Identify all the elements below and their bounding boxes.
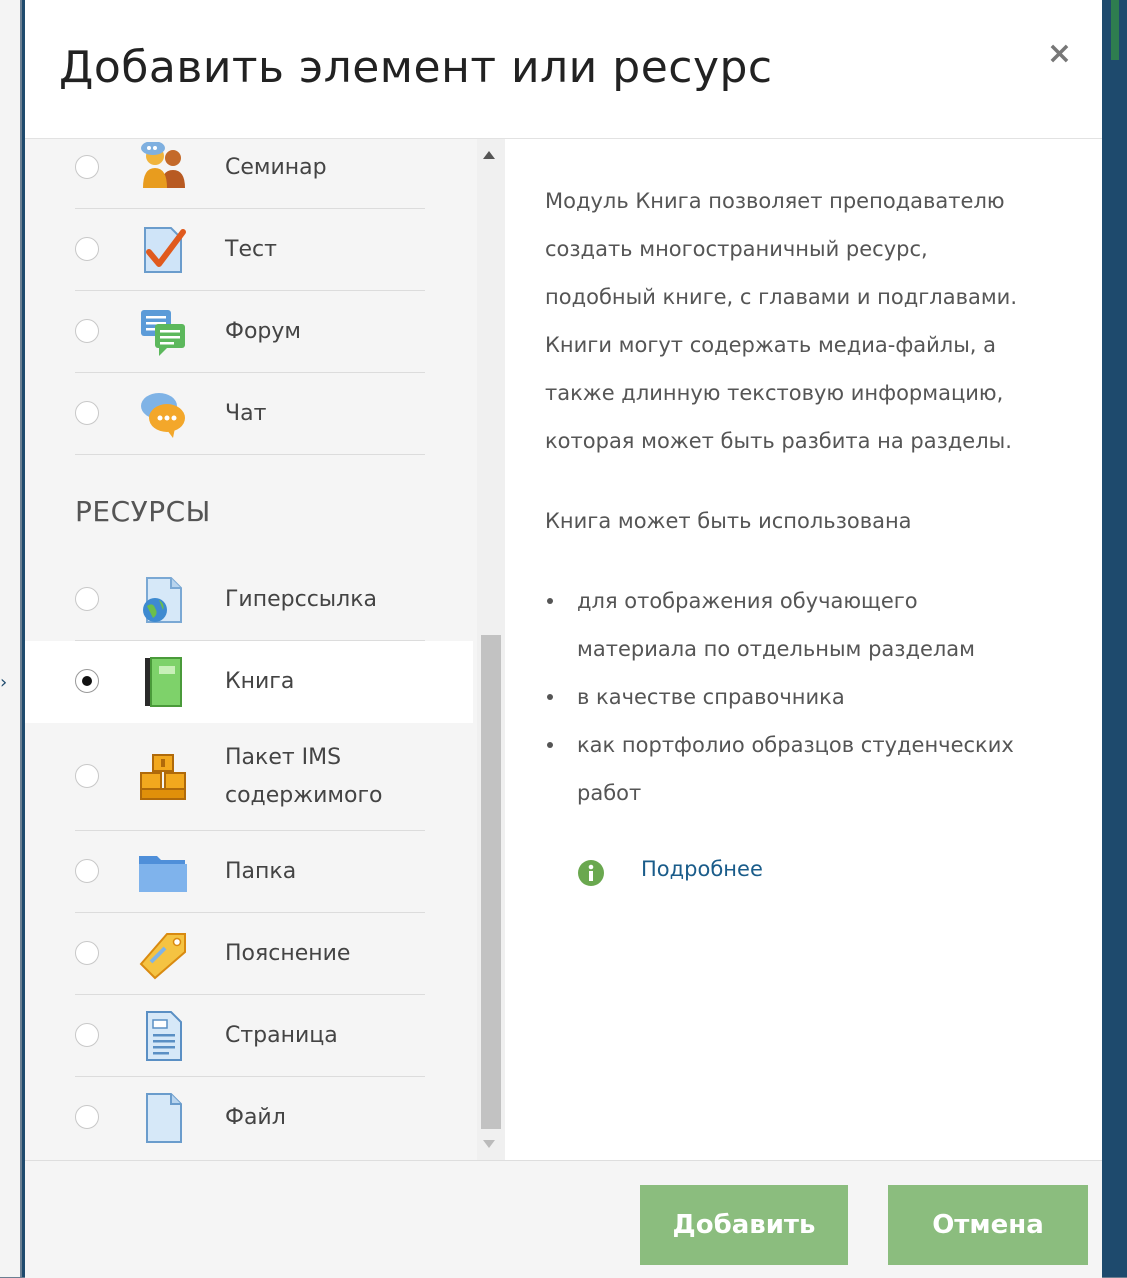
option-label: Книга	[225, 669, 295, 694]
url-globe-icon	[143, 577, 182, 623]
option-ims-package[interactable]: Пакет IMS содержимого	[25, 723, 473, 831]
radio-button[interactable]	[75, 155, 99, 179]
more-info-link[interactable]: Подробнее	[641, 857, 763, 881]
chat-icon	[141, 393, 185, 438]
background-page-edge	[1105, 0, 1127, 1277]
description-line: Модуль Книга позволяет преподавателю	[545, 189, 1005, 213]
option-label: Гиперссылка	[225, 587, 377, 612]
quiz-icon	[144, 227, 186, 273]
page-icon	[146, 1011, 182, 1061]
resources-heading: РЕСУРСЫ	[75, 495, 211, 528]
option-label: Тест	[225, 237, 277, 262]
radio-button[interactable]	[75, 941, 99, 965]
usage-item: как портфолио образцов студенческих рабо…	[545, 721, 1075, 817]
radio-button[interactable]	[75, 587, 99, 611]
option-label: Страница	[225, 1023, 338, 1048]
option-page[interactable]: Страница	[25, 995, 473, 1077]
option-label-resource[interactable]: Пояснение	[25, 913, 473, 995]
option-label: Папка	[225, 859, 297, 884]
info-icon	[578, 860, 604, 886]
option-book[interactable]: Книга	[25, 641, 473, 723]
option-forum[interactable]: Форум	[25, 291, 473, 373]
option-label: Файл	[225, 1105, 286, 1130]
divider	[75, 454, 425, 455]
option-file[interactable]: Файл	[25, 1077, 473, 1159]
description-line: подобный книге, с главами и подглавами.	[545, 285, 1018, 309]
description-line: Книги могут содержать медиа-файлы, а	[545, 333, 997, 357]
cancel-button[interactable]: Отмена	[888, 1185, 1088, 1265]
option-label: Семинар	[225, 155, 327, 180]
description-text: Модуль Книга позволяет преподавателю соз…	[545, 177, 1075, 465]
description-line: которая может быть разбита на разделы.	[545, 429, 1012, 453]
radio-button[interactable]	[75, 401, 99, 425]
label-tag-icon	[139, 933, 186, 980]
dialog-body: Семинар Тест Форум Чат РЕСУРСЫ Гиперссыл…	[25, 139, 1102, 1160]
scroll-thumb[interactable]	[481, 635, 501, 1129]
usage-item: в качестве справочника	[545, 673, 1075, 721]
radio-button[interactable]	[75, 859, 99, 883]
option-label: Пакет IMS содержимого	[225, 739, 445, 815]
option-url[interactable]: Гиперссылка	[25, 559, 473, 641]
usage-item: для отображения обучающего материала по …	[545, 577, 1075, 673]
radio-button[interactable]	[75, 1023, 99, 1047]
option-workshop[interactable]: Семинар	[25, 139, 473, 209]
radio-button-selected[interactable]	[75, 669, 99, 693]
option-label-line1: Пакет IMS	[225, 745, 342, 770]
option-label-line2: содержимого	[225, 783, 383, 808]
dialog-header: Добавить элемент или ресурс ×	[25, 0, 1102, 139]
file-icon	[146, 1093, 182, 1143]
option-quiz[interactable]: Тест	[25, 209, 473, 291]
add-activity-dialog: Добавить элемент или ресурс × Семинар Те…	[22, 0, 1105, 1278]
scroll-up-arrow-icon[interactable]	[483, 151, 495, 159]
close-button[interactable]: ×	[1047, 36, 1072, 71]
pointer-arrow-icon: ›	[0, 672, 8, 693]
ims-package-icon	[140, 754, 186, 800]
scroll-down-arrow-icon[interactable]	[483, 1140, 495, 1148]
description-panel: Модуль Книга позволяет преподавателю соз…	[505, 139, 1102, 1160]
option-label: Чат	[225, 401, 267, 426]
option-folder[interactable]: Папка	[25, 831, 473, 913]
option-chat[interactable]: Чат	[25, 373, 473, 455]
radio-button[interactable]	[75, 319, 99, 343]
options-list: Семинар Тест Форум Чат РЕСУРСЫ Гиперссыл…	[25, 139, 505, 1160]
workshop-icon	[141, 142, 185, 188]
options-scrollbar[interactable]	[477, 139, 505, 1160]
forum-icon	[141, 310, 185, 356]
radio-button[interactable]	[75, 764, 99, 788]
usage-intro: Книга может быть использована	[545, 509, 912, 533]
dialog-title: Добавить элемент или ресурс	[59, 42, 773, 93]
add-button[interactable]: Добавить	[640, 1185, 848, 1265]
radio-button[interactable]	[75, 237, 99, 261]
option-label: Форум	[225, 319, 301, 344]
dialog-footer: Добавить Отмена	[25, 1160, 1102, 1278]
background-accent	[1111, 0, 1119, 60]
description-line: также длинную текстовую информацию,	[545, 381, 1004, 405]
radio-button[interactable]	[75, 1105, 99, 1129]
background-page	[0, 0, 20, 1277]
option-label: Пояснение	[225, 941, 351, 966]
usage-list: для отображения обучающего материала по …	[545, 577, 1075, 817]
book-icon	[145, 657, 182, 707]
folder-icon	[139, 856, 187, 892]
description-line: создать многостраничный ресурс,	[545, 237, 928, 261]
